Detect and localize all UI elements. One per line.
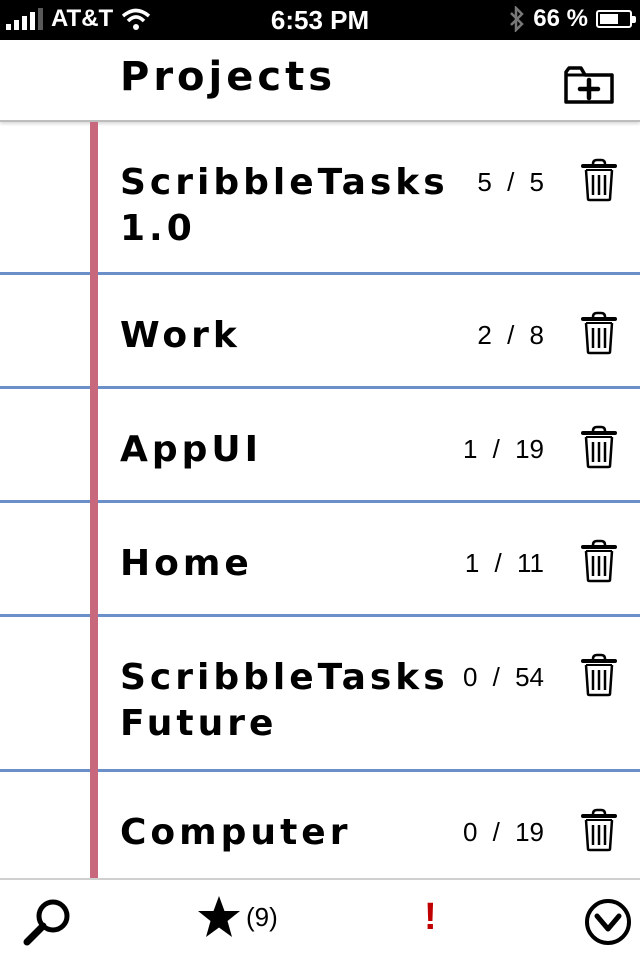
trash-icon	[581, 311, 617, 355]
project-name: Home	[120, 543, 253, 584]
trash-icon	[581, 158, 617, 202]
delete-button[interactable]	[580, 425, 618, 469]
star-icon	[198, 896, 240, 937]
add-project-button[interactable]	[563, 62, 615, 106]
nav-header: Projects	[0, 40, 640, 122]
starred-count: (9)	[246, 901, 278, 932]
project-list[interactable]: ScribbleTasks 1.0 5 / 5 Work 2 / 8 AppUI…	[0, 122, 640, 878]
search-icon	[23, 899, 70, 946]
folder-add-icon	[564, 66, 614, 104]
project-name: Computer	[120, 812, 352, 853]
trash-icon	[581, 425, 617, 469]
task-count: 0 / 54	[462, 662, 544, 692]
battery-label: 66 %	[533, 5, 588, 32]
task-count: 1 / 11	[464, 548, 544, 578]
task-count: 5 / 5	[477, 167, 544, 197]
trash-icon	[581, 808, 617, 852]
delete-button[interactable]	[580, 158, 618, 202]
task-count: 2 / 8	[477, 320, 544, 350]
project-name: AppUI	[120, 429, 263, 470]
chevron-down-circle-icon	[585, 899, 631, 945]
project-name: Work	[120, 315, 241, 356]
delete-button[interactable]	[580, 653, 618, 697]
bluetooth-icon	[510, 6, 525, 32]
page-title: Projects	[120, 54, 337, 100]
project-name: ScribbleTasks Future	[120, 657, 449, 744]
battery-fill	[600, 14, 618, 24]
battery-icon	[596, 10, 636, 28]
status-bar: AT&T 6:53 PM 66 %	[0, 0, 640, 40]
trash-icon	[581, 653, 617, 697]
starred-button[interactable]: (9)	[196, 894, 278, 940]
delete-button[interactable]	[580, 539, 618, 583]
priority-button[interactable]: !	[424, 896, 437, 939]
trash-icon	[581, 539, 617, 583]
delete-button[interactable]	[580, 311, 618, 355]
notebook-margin-line	[90, 122, 98, 878]
search-button[interactable]	[22, 896, 74, 948]
project-name: ScribbleTasks 1.0	[120, 162, 449, 249]
task-count: 0 / 19	[462, 817, 544, 847]
more-button[interactable]	[584, 898, 632, 946]
status-right-group: 66 %	[509, 5, 636, 33]
task-count: 1 / 19	[462, 434, 544, 464]
delete-button[interactable]	[580, 808, 618, 852]
bottom-toolbar: (9) !	[0, 878, 640, 962]
